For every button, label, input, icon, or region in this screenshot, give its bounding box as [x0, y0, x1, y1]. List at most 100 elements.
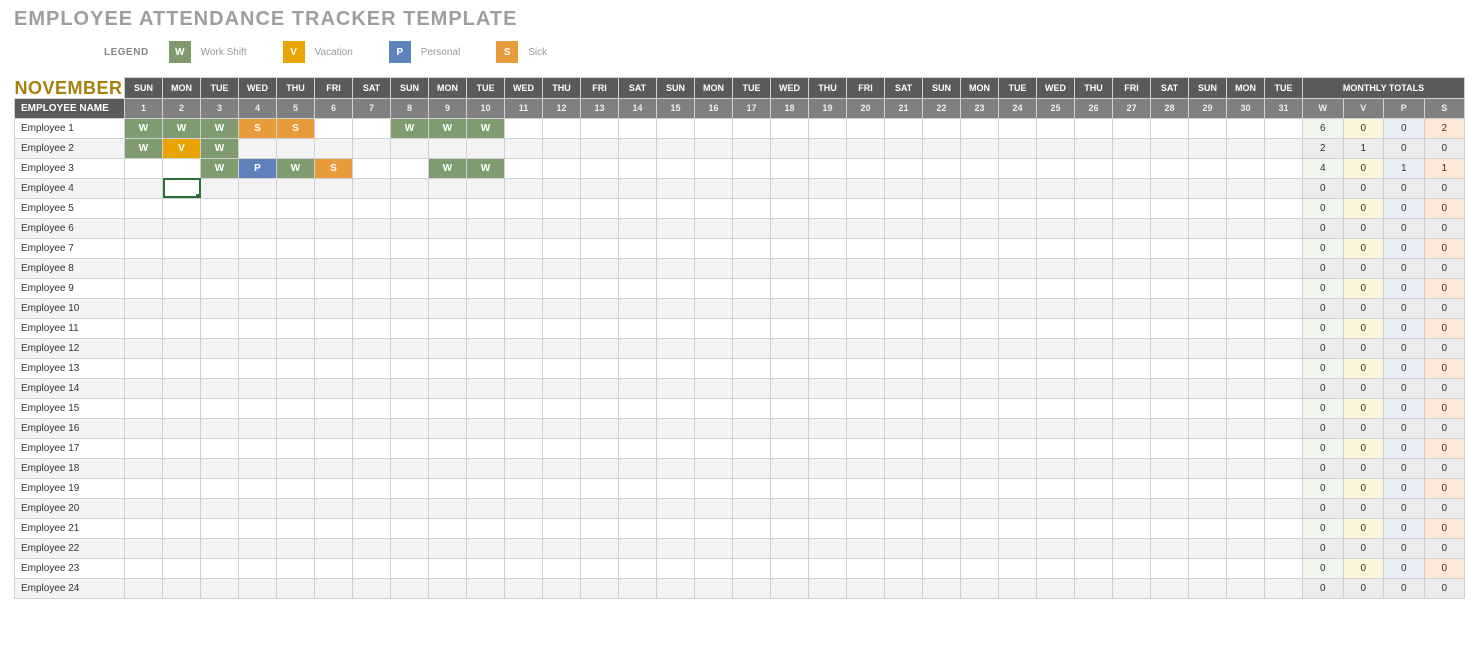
attendance-cell[interactable] — [771, 438, 809, 458]
attendance-cell[interactable] — [429, 458, 467, 478]
attendance-cell[interactable] — [1037, 558, 1075, 578]
attendance-cell[interactable] — [1037, 398, 1075, 418]
attendance-cell[interactable] — [1075, 198, 1113, 218]
attendance-cell[interactable] — [315, 398, 353, 418]
attendance-cell[interactable] — [923, 258, 961, 278]
attendance-cell[interactable] — [505, 458, 543, 478]
attendance-cell[interactable] — [923, 498, 961, 518]
attendance-cell[interactable] — [467, 478, 505, 498]
attendance-cell[interactable] — [1189, 418, 1227, 438]
attendance-cell[interactable] — [847, 498, 885, 518]
attendance-cell[interactable] — [581, 518, 619, 538]
attendance-cell[interactable] — [201, 258, 239, 278]
attendance-cell[interactable] — [1075, 438, 1113, 458]
attendance-cell[interactable] — [1113, 318, 1151, 338]
attendance-cell[interactable] — [1151, 418, 1189, 438]
attendance-cell[interactable] — [1113, 378, 1151, 398]
attendance-cell[interactable] — [961, 378, 999, 398]
attendance-cell[interactable] — [201, 438, 239, 458]
attendance-cell[interactable] — [923, 578, 961, 598]
attendance-cell[interactable] — [581, 138, 619, 158]
attendance-cell[interactable] — [163, 198, 201, 218]
attendance-cell[interactable] — [429, 518, 467, 538]
attendance-cell[interactable] — [809, 558, 847, 578]
attendance-cell[interactable] — [1189, 458, 1227, 478]
attendance-cell[interactable] — [581, 558, 619, 578]
attendance-cell[interactable] — [1227, 558, 1265, 578]
attendance-cell[interactable] — [1113, 198, 1151, 218]
attendance-cell[interactable] — [353, 178, 391, 198]
attendance-cell[interactable]: W — [467, 158, 505, 178]
attendance-cell[interactable] — [163, 578, 201, 598]
attendance-cell[interactable] — [847, 138, 885, 158]
attendance-cell[interactable] — [353, 558, 391, 578]
attendance-cell[interactable] — [505, 398, 543, 418]
attendance-cell[interactable] — [391, 558, 429, 578]
attendance-cell[interactable] — [999, 218, 1037, 238]
attendance-cell[interactable] — [543, 318, 581, 338]
attendance-cell[interactable] — [961, 398, 999, 418]
attendance-cell[interactable] — [429, 278, 467, 298]
attendance-cell[interactable] — [847, 258, 885, 278]
attendance-cell[interactable] — [657, 578, 695, 598]
attendance-cell[interactable] — [391, 158, 429, 178]
attendance-cell[interactable] — [923, 558, 961, 578]
attendance-cell[interactable] — [1265, 398, 1303, 418]
attendance-cell[interactable] — [467, 458, 505, 478]
attendance-cell[interactable] — [1113, 218, 1151, 238]
attendance-cell[interactable] — [277, 358, 315, 378]
attendance-cell[interactable] — [809, 338, 847, 358]
attendance-cell[interactable]: W — [201, 118, 239, 138]
attendance-cell[interactable] — [923, 318, 961, 338]
attendance-cell[interactable] — [1037, 238, 1075, 258]
attendance-cell[interactable] — [885, 358, 923, 378]
attendance-cell[interactable] — [809, 438, 847, 458]
attendance-cell[interactable]: W — [163, 118, 201, 138]
attendance-cell[interactable] — [1265, 158, 1303, 178]
attendance-cell[interactable] — [543, 158, 581, 178]
attendance-cell[interactable] — [1113, 258, 1151, 278]
attendance-cell[interactable] — [277, 218, 315, 238]
attendance-cell[interactable] — [239, 398, 277, 418]
attendance-cell[interactable] — [1151, 438, 1189, 458]
attendance-cell[interactable] — [733, 498, 771, 518]
attendance-cell[interactable]: W — [201, 138, 239, 158]
attendance-cell[interactable] — [467, 578, 505, 598]
attendance-cell[interactable] — [239, 138, 277, 158]
attendance-cell[interactable] — [581, 478, 619, 498]
attendance-cell[interactable] — [733, 398, 771, 418]
attendance-cell[interactable] — [1189, 518, 1227, 538]
attendance-cell[interactable] — [581, 318, 619, 338]
attendance-cell[interactable] — [885, 498, 923, 518]
attendance-cell[interactable] — [581, 218, 619, 238]
attendance-cell[interactable] — [201, 558, 239, 578]
attendance-cell[interactable] — [353, 138, 391, 158]
attendance-cell[interactable] — [125, 418, 163, 438]
attendance-cell[interactable] — [543, 438, 581, 458]
attendance-cell[interactable] — [201, 238, 239, 258]
attendance-cell[interactable] — [239, 478, 277, 498]
attendance-cell[interactable] — [163, 338, 201, 358]
attendance-cell[interactable] — [1037, 458, 1075, 478]
attendance-cell[interactable] — [657, 478, 695, 498]
attendance-cell[interactable] — [695, 498, 733, 518]
attendance-cell[interactable] — [505, 238, 543, 258]
attendance-cell[interactable] — [429, 418, 467, 438]
attendance-cell[interactable] — [1037, 358, 1075, 378]
attendance-cell[interactable] — [999, 578, 1037, 598]
attendance-cell[interactable] — [353, 118, 391, 138]
attendance-cell[interactable] — [467, 518, 505, 538]
attendance-cell[interactable] — [315, 538, 353, 558]
attendance-cell[interactable] — [695, 138, 733, 158]
attendance-cell[interactable] — [961, 558, 999, 578]
attendance-cell[interactable] — [163, 158, 201, 178]
attendance-cell[interactable] — [315, 338, 353, 358]
attendance-cell[interactable] — [695, 338, 733, 358]
attendance-cell[interactable] — [733, 478, 771, 498]
attendance-cell[interactable] — [163, 418, 201, 438]
attendance-cell[interactable] — [619, 558, 657, 578]
attendance-cell[interactable] — [619, 458, 657, 478]
attendance-cell[interactable] — [391, 198, 429, 218]
attendance-cell[interactable] — [809, 278, 847, 298]
attendance-cell[interactable] — [961, 258, 999, 278]
